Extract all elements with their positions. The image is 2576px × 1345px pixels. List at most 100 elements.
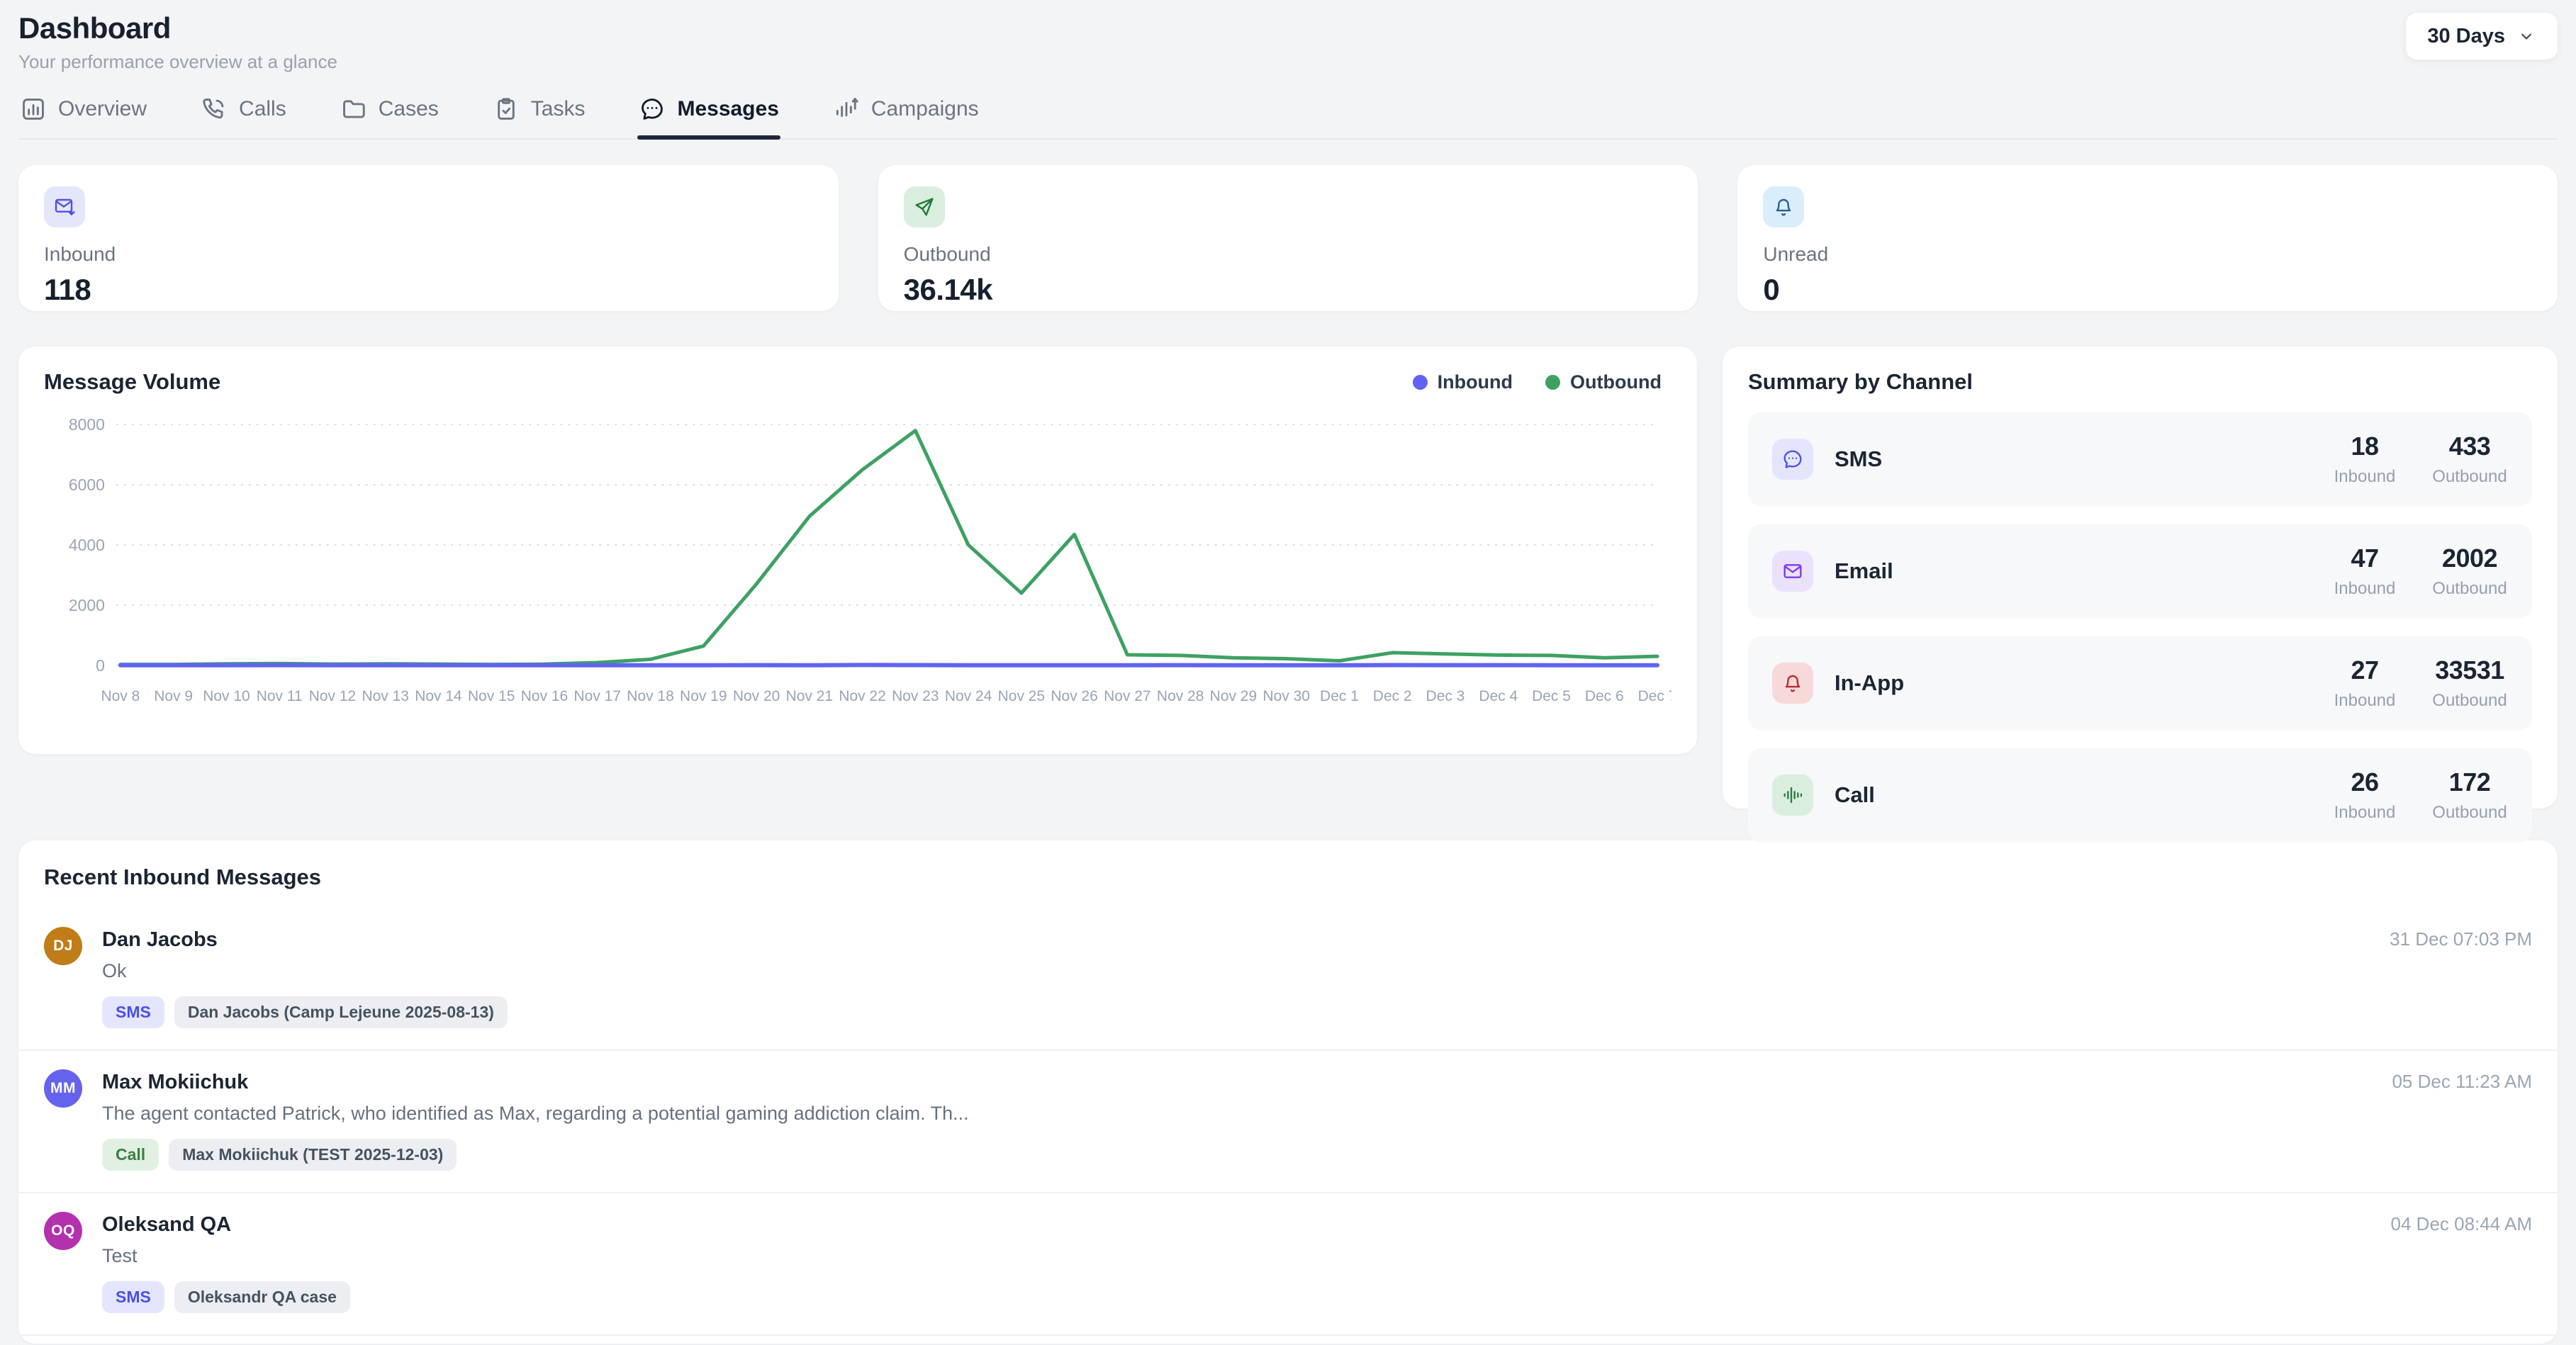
channel-outbound-col: 433Outbound: [2431, 432, 2508, 487]
channel-badge: Call: [102, 1139, 159, 1171]
chat-icon: [1781, 448, 1804, 471]
tab-messages[interactable]: Messages: [637, 93, 780, 138]
signal-icon: [833, 96, 860, 123]
message-volume-chart: 02000400060008000Nov 8Nov 9Nov 10Nov 11N…: [44, 405, 1671, 716]
x-axis-tick: Dec 3: [1426, 688, 1465, 704]
channel-inbound-value: 27: [2326, 655, 2403, 685]
legend-label: Outbound: [1570, 371, 1662, 393]
badge-row: Call Max Mokiichuk (TEST 2025-12-03): [102, 1139, 969, 1171]
badge-row: SMSOleksandr QA case: [102, 1281, 350, 1313]
summary-by-channel-card: Summary by Channel SMS18Inbound433Outbou…: [1723, 347, 2558, 809]
waveform-icon: [1781, 784, 1804, 806]
legend-item-inbound[interactable]: Inbound: [1413, 371, 1513, 393]
channel-outbound-col: 33531Outbound: [2431, 655, 2508, 711]
stat-icon-box: [904, 186, 945, 227]
tab-cases[interactable]: Cases: [339, 93, 440, 138]
chat-icon: [639, 96, 666, 123]
stat-card-outbound: Outbound36.14k: [878, 165, 1698, 311]
stat-value: 36.14k: [904, 273, 1673, 307]
chart-header: Message Volume InboundOutbound: [44, 369, 1671, 395]
sender-name: Max Mokiichuk: [102, 1071, 969, 1094]
x-axis-tick: Nov 27: [1104, 688, 1150, 704]
tab-campaigns[interactable]: Campaigns: [831, 93, 980, 138]
x-axis-tick: Nov 22: [839, 688, 885, 704]
channel-inbound-value: 47: [2326, 544, 2403, 573]
channel-outbound-col: 2002 Outbound: [2431, 544, 2508, 599]
date-range-selector[interactable]: 30 Days: [2406, 13, 2558, 60]
stat-label: Inbound: [44, 243, 813, 266]
channel-name: Email: [1835, 558, 1893, 584]
x-axis-tick: Nov 25: [998, 688, 1045, 704]
recent-title: Recent Inbound Messages: [18, 865, 2558, 890]
send-icon: [913, 196, 936, 218]
x-axis-tick: Dec 2: [1373, 688, 1412, 704]
stat-value: 118: [44, 273, 813, 307]
x-axis-tick: Nov 21: [786, 688, 833, 704]
message-body: Max MokiichukThe agent contacted Patrick…: [102, 1069, 969, 1171]
summary-rows: SMS18Inbound433OutboundEmail47Inbound200…: [1748, 412, 2532, 843]
recent-message-item[interactable]: MMMax MokiichukWhat's up?SMSMax Mokiichu…: [18, 1334, 2558, 1344]
channel-inbound-value: 26: [2326, 767, 2403, 797]
avatar: DJ: [44, 927, 82, 965]
y-axis-tick: 8000: [69, 415, 105, 434]
x-axis-tick: Dec 4: [1479, 688, 1518, 704]
channel-outbound-value: 2002: [2431, 544, 2508, 573]
page-header: Dashboard Your performance overview at a…: [18, 11, 2558, 73]
main-row: Message Volume InboundOutbound 020004000…: [18, 347, 2558, 809]
mail-inbound-icon: [53, 196, 76, 218]
x-axis-tick: Nov 19: [680, 688, 727, 704]
stat-cards-row: Inbound118Outbound36.14kUnread0: [18, 165, 2558, 311]
channel-row-email: Email 47 Inbound 2002 Outbound: [1748, 524, 2532, 619]
case-badge: Oleksandr QA case: [174, 1281, 350, 1313]
tab-label: Calls: [239, 97, 286, 121]
tab-tasks[interactable]: Tasks: [491, 93, 587, 138]
channel-stats: 18Inbound433Outbound: [2326, 432, 2508, 487]
x-axis-tick: Nov 12: [309, 688, 356, 704]
channel-outbound-label: Outbound: [2431, 579, 2508, 599]
channel-name: In-App: [1835, 670, 1904, 696]
tab-calls[interactable]: Calls: [199, 93, 288, 138]
chart-legend: Inbound Outbound: [1413, 371, 1671, 393]
channel-inbound-label: Inbound: [2326, 579, 2403, 599]
channel-row-call: Call26Inbound172Outbound: [1748, 748, 2532, 843]
y-axis-tick: 2000: [69, 596, 105, 614]
channel-inbound-label: Inbound: [2326, 803, 2403, 823]
message-preview: Ok: [102, 960, 508, 982]
x-axis-tick: Nov 30: [1262, 688, 1309, 704]
dashboard-tabs: Overview Calls Cases Tasks Messages Campaigns: [18, 93, 2558, 140]
channel-inbound-value: 18: [2326, 432, 2403, 461]
recent-message-item[interactable]: OQOleksand QATestSMSOleksandr QA case04 …: [18, 1192, 2558, 1334]
bell-icon: [1772, 196, 1795, 218]
legend-dot: [1413, 375, 1428, 390]
phone-icon: [201, 96, 228, 123]
recent-message-item[interactable]: MMMax MokiichukThe agent contacted Patri…: [18, 1049, 2558, 1192]
stat-card-inbound: Inbound 118: [18, 165, 839, 311]
message-timestamp: 04 Dec 08:44 AM: [2391, 1213, 2532, 1235]
message-volume-card: Message Volume InboundOutbound 020004000…: [18, 347, 1697, 754]
channel-row-in-app: In-App 27Inbound 33531Outbound: [1748, 636, 2532, 731]
badge-row: SMSDan Jacobs (Camp Lejeune 2025-08-13): [102, 996, 508, 1028]
legend-item-outbound[interactable]: Outbound: [1545, 371, 1662, 393]
summary-title: Summary by Channel: [1748, 369, 2532, 395]
folder-icon: [340, 96, 367, 123]
channel-inbound-col: 47 Inbound: [2326, 544, 2403, 599]
recent-message-item[interactable]: DJDan JacobsOkSMSDan Jacobs (Camp Lejeun…: [18, 908, 2558, 1049]
line-chart-svg: 02000400060008000Nov 8Nov 9Nov 10Nov 11N…: [44, 405, 1671, 716]
channel-inbound-col: 27Inbound: [2326, 655, 2403, 711]
message-preview: Test: [102, 1245, 350, 1267]
channel-outbound-value: 33531: [2431, 655, 2508, 685]
case-badge: Max Mokiichuk (TEST 2025-12-03): [169, 1139, 457, 1171]
tab-label: Tasks: [531, 97, 586, 121]
x-axis-tick: Nov 16: [521, 688, 568, 704]
x-axis-tick: Nov 9: [154, 688, 193, 704]
channel-outbound-col: 172Outbound: [2431, 767, 2508, 823]
envelope-icon: [1781, 560, 1804, 583]
x-axis-tick: Dec 5: [1532, 688, 1571, 704]
y-axis-tick: 6000: [69, 475, 105, 494]
channel-outbound-value: 433: [2431, 432, 2508, 461]
recent-messages-list: DJDan JacobsOkSMSDan Jacobs (Camp Lejeun…: [18, 908, 2558, 1344]
tab-overview[interactable]: Overview: [18, 93, 148, 138]
clipboard-icon: [493, 96, 520, 123]
y-axis-tick: 4000: [69, 536, 105, 554]
x-axis-tick: Nov 10: [203, 688, 250, 704]
